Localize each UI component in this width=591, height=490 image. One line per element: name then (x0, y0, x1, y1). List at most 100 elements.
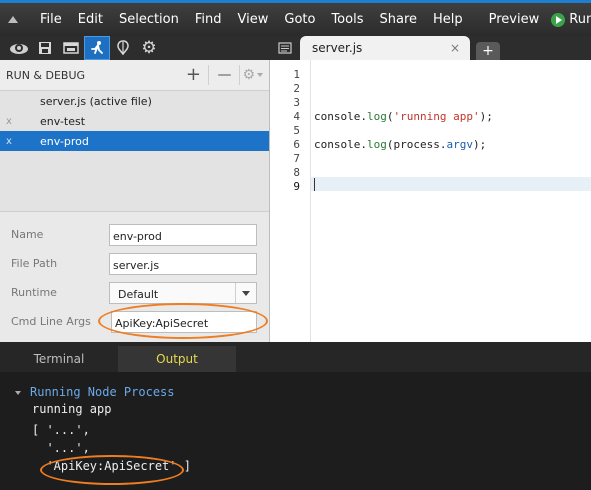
tab-output[interactable]: Output (118, 346, 236, 372)
list-item-selected[interactable]: x env-prod (0, 131, 269, 151)
bottom-panel-tabs: Terminal Output (0, 342, 591, 372)
add-configuration-button[interactable]: + (180, 66, 206, 84)
remove-mark-icon[interactable]: x (0, 136, 40, 147)
divider (310, 60, 311, 342)
divider (208, 65, 210, 85)
menu-view[interactable]: View (230, 12, 277, 27)
menu-selection[interactable]: Selection (111, 12, 187, 27)
line-number: 3 (293, 96, 300, 109)
output-line: 'ApiKey:ApiSecret' ] (32, 459, 191, 473)
cloud-icon[interactable] (6, 36, 32, 60)
code-object: process (393, 138, 440, 151)
line-number: 8 (293, 166, 300, 179)
ide-window: File Edit Selection Find View Goto Tools… (0, 0, 591, 490)
gear-icon: ⚙ (242, 67, 255, 83)
code-line-6: console.log(process.argv); (314, 138, 486, 151)
file-path-field[interactable]: server.js (109, 253, 257, 275)
save-icon[interactable] (32, 36, 58, 60)
list-item[interactable]: server.js (active file) (0, 91, 269, 111)
panel-toolbar: ⚙ (0, 36, 270, 60)
code-punct: . (360, 138, 367, 151)
file-path-row: File Path server.js (0, 253, 269, 282)
output-line: '...', (32, 441, 90, 455)
output-console[interactable]: Running Node Process running app [ '...'… (0, 372, 591, 490)
line-number: 7 (293, 152, 300, 165)
run-debug-icon[interactable] (84, 36, 110, 60)
balloon-icon[interactable] (110, 36, 136, 60)
line-number: 2 (293, 82, 300, 95)
code-punct: ); (472, 138, 487, 151)
cmd-line-args-row: Cmd Line Args ApiKey:ApiSecret (0, 311, 269, 340)
line-number: 5 (293, 124, 300, 137)
play-icon (551, 12, 566, 27)
remove-configuration-button[interactable]: — (211, 66, 237, 84)
editor-tab-bar: server.js × + (270, 36, 591, 60)
tab-title: server.js (312, 41, 363, 55)
code-editor[interactable]: 1 2 3 4 5 6 7 8 9 console.log('running a… (270, 60, 591, 342)
close-icon[interactable]: × (450, 41, 460, 55)
configuration-properties: Name env-prod File Path server.js Runtim… (0, 212, 269, 340)
name-label: Name (11, 228, 44, 241)
runtime-value: Default (118, 288, 159, 301)
name-field[interactable]: env-prod (109, 224, 257, 246)
cmd-line-args-field[interactable]: ApiKey:ApiSecret (111, 311, 257, 333)
run-debug-actions: + — ⚙ (180, 65, 263, 85)
menu-help[interactable]: Help (425, 12, 471, 27)
app-menu-icon[interactable] (8, 16, 18, 23)
divider (239, 65, 241, 85)
run-debug-header: RUN & DEBUG + — ⚙ (0, 60, 269, 91)
menu-file[interactable]: File (36, 12, 70, 27)
tab-terminal[interactable]: Terminal (0, 346, 118, 372)
configuration-label: env-prod (40, 134, 89, 148)
chevron-down-icon (257, 73, 263, 77)
runtime-select[interactable]: Default (109, 282, 257, 304)
settings-menu-button[interactable]: ⚙ (242, 67, 263, 83)
new-tab-button[interactable]: + (476, 42, 500, 60)
collapse-arrow-icon[interactable] (15, 391, 21, 395)
menu-find[interactable]: Find (187, 12, 230, 27)
name-row: Name env-prod (0, 224, 269, 253)
configuration-list: server.js (active file) x env-test x env… (0, 91, 269, 212)
browser-icon[interactable] (58, 36, 84, 60)
code-punct: . (360, 110, 367, 123)
list-item[interactable]: x env-test (0, 111, 269, 131)
run-label: Run (569, 12, 591, 27)
configuration-label: server.js (active file) (40, 94, 152, 108)
process-title: Running Node Process (30, 385, 175, 399)
code-string: 'running app' (393, 110, 480, 123)
runtime-row: Runtime Default (0, 282, 269, 311)
menu-goto[interactable]: Goto (276, 12, 323, 27)
code-object: console (314, 110, 361, 123)
run-debug-title: RUN & DEBUG (6, 68, 86, 82)
text-cursor (314, 178, 315, 191)
runtime-label: Runtime (11, 286, 57, 299)
menu-tools[interactable]: Tools (323, 12, 371, 27)
tab-server-js[interactable]: server.js × (300, 36, 470, 60)
configuration-label: env-test (40, 114, 86, 128)
line-number-gutter: 1 2 3 4 5 6 7 8 9 (270, 60, 310, 342)
code-function: log (366, 138, 387, 151)
output-line: running app (32, 402, 112, 416)
chevron-down-icon[interactable] (235, 283, 256, 303)
line-number: 6 (293, 138, 300, 151)
line-number: 1 (293, 68, 300, 81)
code-object: console (314, 138, 361, 151)
line-number: 4 (293, 110, 300, 123)
menu-edit[interactable]: Edit (70, 12, 111, 27)
code-line-4: console.log('running app'); (314, 110, 493, 123)
output-line: [ '...', (32, 423, 90, 437)
file-list-icon[interactable] (270, 36, 300, 60)
code-function: log (366, 110, 387, 123)
menu-bar: File Edit Selection Find View Goto Tools… (0, 0, 591, 36)
run-debug-panel: RUN & DEBUG + — ⚙ server.js (active file… (0, 60, 270, 342)
preview-button[interactable]: Preview (481, 12, 548, 27)
cmd-line-args-label: Cmd Line Args (11, 315, 91, 328)
current-line-highlight (310, 177, 591, 191)
run-button[interactable]: Run (547, 12, 591, 27)
line-number: 9 (293, 180, 300, 193)
code-punct: ); (479, 110, 493, 123)
menu-share[interactable]: Share (371, 12, 425, 27)
gear-icon[interactable]: ⚙ (136, 36, 162, 60)
file-path-label: File Path (11, 257, 58, 270)
remove-mark-icon[interactable]: x (0, 116, 40, 127)
